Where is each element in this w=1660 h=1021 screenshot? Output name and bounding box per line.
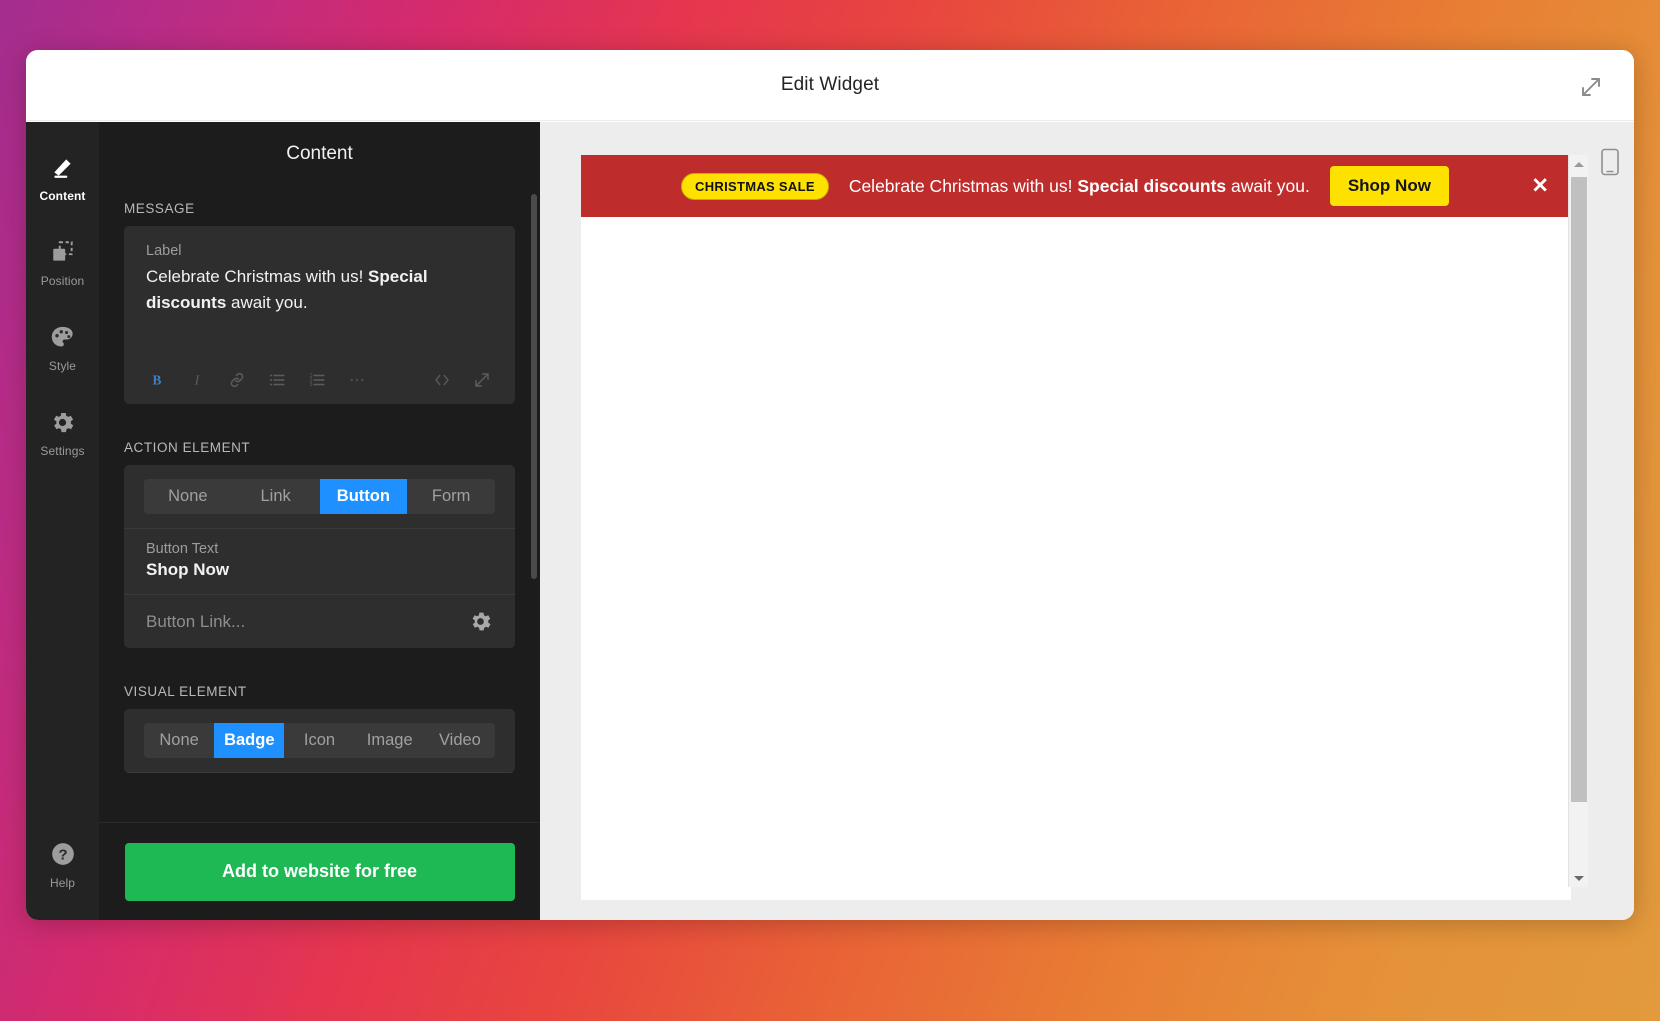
visual-option-video[interactable]: Video [425,723,495,758]
button-link-placeholder: Button Link... [146,611,246,631]
sidebar-item-content[interactable]: Content [26,144,99,213]
sidebar-item-label: Position [40,274,85,288]
preview-scrollbar-thumb[interactable] [1571,177,1587,802]
message-editor-card[interactable]: Label Celebrate Christmas with us! Speci… [124,226,515,404]
banner-message-bold: Special discounts [1077,175,1227,196]
sidebar-item-position[interactable]: Position [26,229,99,298]
visual-element-section-label: VISUAL ELEMENT [124,684,247,699]
visual-option-icon[interactable]: Icon [284,723,354,758]
svg-text:I: I [194,373,200,388]
sidebar-item-label: Style [48,359,77,373]
link-icon[interactable] [222,365,252,395]
panel-title: Content [286,143,353,164]
rich-text-toolbar: B I 1 2 3 [124,356,515,404]
question-circle-icon: ? [50,839,76,869]
button-text-label: Button Text [146,541,219,557]
mobile-device-icon[interactable] [1600,148,1620,176]
message-text-tail: await you. [226,293,308,313]
gear-icon [49,407,76,437]
expand-editor-icon[interactable] [467,365,497,395]
expand-diagonal-icon[interactable] [1574,70,1608,104]
panel-scroll-region: Content MESSAGE Label Celebrate Christma… [99,122,540,822]
action-option-none[interactable]: None [144,479,232,514]
visual-option-image[interactable]: Image [355,723,425,758]
sidebar-rail: Content Position Style Settings ? Help [26,122,99,920]
sidebar-item-label: Content [39,189,86,203]
svg-text:3: 3 [310,382,313,388]
svg-text:?: ? [58,846,67,863]
modal-header: Edit Widget [26,50,1634,121]
visual-element-segmented-control: None Badge Icon Image Video [144,723,495,758]
panel-scrollbar[interactable] [531,194,537,805]
button-text-value: Shop Now [146,560,230,579]
gear-icon[interactable] [468,609,493,634]
message-section-label: MESSAGE [124,201,195,216]
modal-body: Content Position Style Settings ? Help C… [26,122,1634,920]
content-settings-panel: Content MESSAGE Label Celebrate Christma… [99,122,540,920]
action-element-segmented-wrap: None Link Button Form [124,465,515,529]
add-to-website-button[interactable]: Add to website for free [124,842,515,901]
banner-message: Celebrate Christmas with us! Special dis… [849,176,1310,197]
action-option-form[interactable]: Form [407,479,495,514]
bullet-list-icon[interactable] [262,365,292,395]
code-view-icon[interactable] [427,365,457,395]
banner-content: CHRISTMAS SALE Celebrate Christmas with … [581,166,1549,206]
position-icon [50,237,76,267]
sidebar-item-label: Help [49,876,76,890]
close-icon[interactable]: ✕ [1531,176,1549,197]
status-badge: CHRISTMAS SALE [681,172,829,200]
panel-scrollbar-thumb[interactable] [531,194,537,579]
visual-element-segmented-wrap: None Badge Icon Image Video [124,709,515,773]
bold-button[interactable]: B [142,365,172,395]
visual-element-card: None Badge Icon Image Video [124,709,515,773]
pencil-icon [50,152,76,182]
preview-scrollbar[interactable] [1568,155,1588,887]
preview-area: CHRISTMAS SALE Celebrate Christmas with … [540,122,1634,920]
scroll-down-arrow-icon[interactable] [1569,869,1589,887]
preview-canvas: CHRISTMAS SALE Celebrate Christmas with … [581,155,1571,900]
shop-now-button[interactable]: Shop Now [1329,166,1449,206]
widget-banner-preview: CHRISTMAS SALE Celebrate Christmas with … [581,155,1571,217]
sidebar-item-settings[interactable]: Settings [26,399,99,468]
button-text-field[interactable]: Button Text Shop Now [124,529,515,595]
scroll-up-arrow-icon[interactable] [1569,155,1589,173]
palette-icon [49,322,76,352]
sidebar-item-help[interactable]: ? Help [26,831,99,900]
visual-option-none[interactable]: None [144,723,214,758]
action-option-link[interactable]: Link [232,479,320,514]
numbered-list-icon[interactable]: 1 2 3 [302,365,332,395]
action-element-section-label: ACTION ELEMENT [124,440,251,455]
panel-footer: Add to website for free [99,822,540,920]
italic-button[interactable]: I [182,365,212,395]
button-link-field[interactable]: Button Link... [124,595,515,648]
edit-widget-modal: Edit Widget Content Position Style Setti… [26,50,1634,920]
banner-message-plain: Celebrate Christmas with us! [848,175,1078,196]
action-element-card: None Link Button Form Button Text Shop N… [124,465,515,648]
more-options-icon[interactable] [342,365,372,395]
message-field-label: Label [146,243,182,259]
sidebar-item-style[interactable]: Style [26,314,99,383]
message-text-plain: Celebrate Christmas with us! [146,267,369,286]
page-title: Edit Widget [780,74,880,95]
visual-option-badge[interactable]: Badge [214,723,285,758]
action-option-button[interactable]: Button [319,479,408,514]
sidebar-item-label: Settings [40,444,85,458]
action-element-segmented-control: None Link Button Form [144,479,495,514]
svg-text:B: B [153,373,162,388]
banner-message-tail: await you. [1226,175,1310,196]
message-textarea[interactable]: Celebrate Christmas with us! Special dis… [124,259,515,317]
preview-right-column [1568,122,1634,920]
